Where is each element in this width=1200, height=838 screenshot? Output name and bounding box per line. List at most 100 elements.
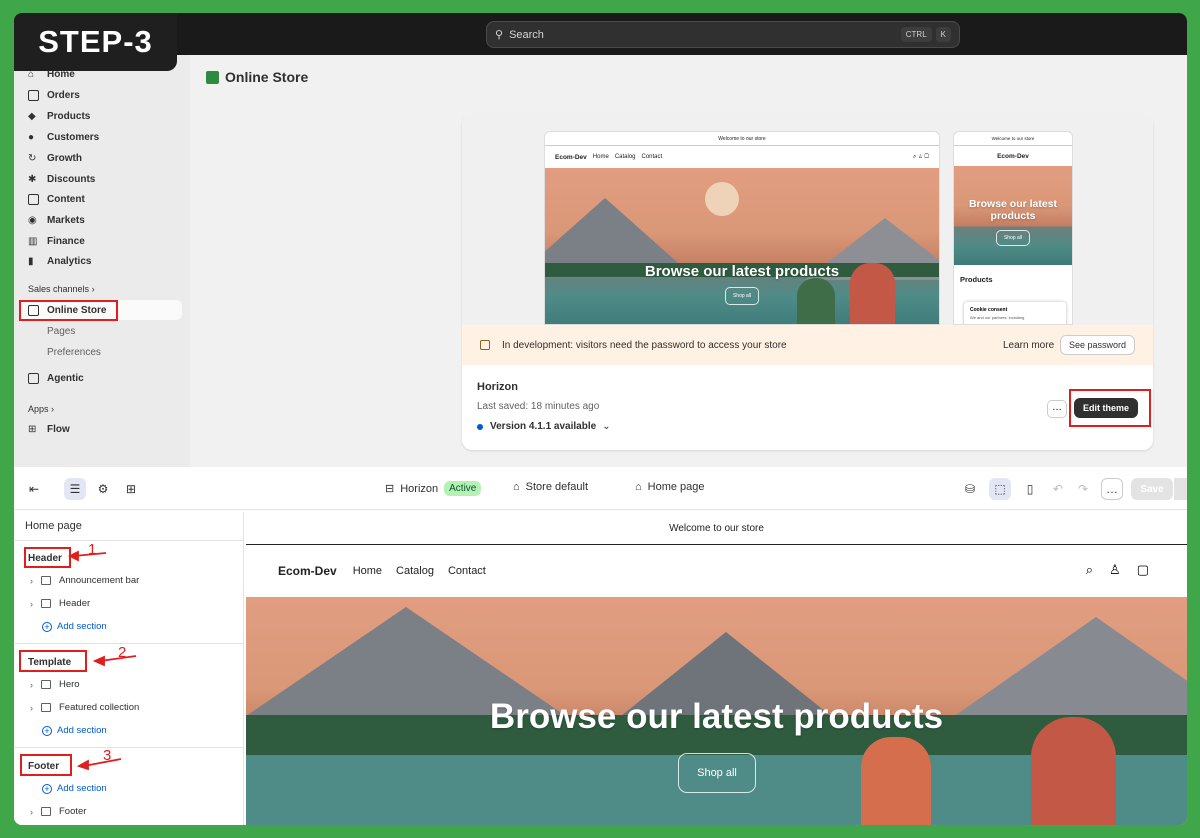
chevron-right-icon: › bbox=[30, 702, 33, 713]
editor-preview-canvas[interactable]: Welcome to our store Ecom-Dev Home Catal… bbox=[246, 512, 1187, 825]
chevron-right-icon: › bbox=[30, 598, 33, 609]
save-options-button[interactable] bbox=[1173, 478, 1187, 500]
chart-icon: ▮ bbox=[28, 256, 34, 267]
preview-nav-contact: Contact bbox=[641, 154, 663, 160]
version-dropdown[interactable]: Version 4.1.1 available ⌄ bbox=[477, 421, 611, 432]
more-actions-icon[interactable]: … bbox=[1101, 478, 1123, 500]
section-row-header[interactable]: › Header bbox=[30, 598, 90, 609]
mobile-hero-text: Browse our latest products bbox=[968, 198, 1058, 222]
account-icon[interactable]: ♙ bbox=[1109, 562, 1121, 578]
store-selector[interactable]: ⌂ Store default bbox=[513, 481, 588, 493]
mobile-announcement: Welcome to our store bbox=[954, 132, 1072, 146]
more-actions-button[interactable]: … bbox=[1047, 400, 1067, 418]
admin-sidebar: ⌂ Home Orders ◆ Products ● Customers ↻ Growt… bbox=[14, 55, 190, 467]
select-mode-icon[interactable]: ⬚ bbox=[989, 478, 1011, 500]
cart-icon[interactable]: ▢ bbox=[1137, 562, 1149, 578]
home-icon: ⌂ bbox=[635, 481, 642, 493]
admin-topbar: ⚲ Search CTRL K bbox=[14, 13, 1187, 55]
sidebar-item-flow[interactable]: ⊞ Flow bbox=[28, 424, 70, 435]
sidebar-item-pages[interactable]: Pages bbox=[47, 326, 75, 337]
sidebar-item-growth[interactable]: ↻ Growth bbox=[28, 153, 82, 164]
sidebar-item-discounts[interactable]: ✱ Discounts bbox=[28, 174, 95, 185]
section-icon bbox=[41, 576, 51, 585]
sidebar-item-content[interactable]: Content bbox=[28, 194, 85, 205]
preview-announcement: Welcome to our store bbox=[545, 132, 939, 146]
divider bbox=[14, 643, 244, 644]
preview-shop-all: Shop all bbox=[725, 287, 759, 305]
search-icon[interactable]: ⌕ bbox=[1086, 562, 1093, 578]
inbox-icon bbox=[28, 90, 39, 101]
canvas-nav-home[interactable]: Home bbox=[353, 565, 382, 577]
preview-header-icons: ⌕ ♙ ▢ bbox=[912, 153, 929, 160]
sidebar-item-markets[interactable]: ◉ Markets bbox=[28, 215, 85, 226]
screenshot-frame: ⚲ Search CTRL K STEP-3 ⌂ Home Orders ◆ Pro… bbox=[14, 13, 1187, 825]
section-row-hero[interactable]: › Hero bbox=[30, 679, 80, 690]
divider bbox=[14, 540, 244, 541]
flow-icon: ⊞ bbox=[28, 424, 37, 435]
mobile-hero-art: Browse our latest products Shop all bbox=[954, 166, 1072, 265]
annotation-1: 1 bbox=[88, 541, 97, 558]
plus-icon: + bbox=[42, 783, 52, 794]
canvas-hero-art[interactable]: Browse our latest products Shop all bbox=[246, 597, 1187, 825]
canvas-brand[interactable]: Ecom-Dev bbox=[278, 564, 337, 578]
divider bbox=[14, 747, 244, 748]
canvas-nav-catalog[interactable]: Catalog bbox=[396, 565, 434, 577]
sidebar-item-customers[interactable]: ● Customers bbox=[28, 132, 99, 143]
sidebar-item-analytics[interactable]: ▮ Analytics bbox=[28, 256, 91, 267]
section-row-announcement-bar[interactable]: › Announcement bar bbox=[30, 575, 139, 586]
sales-channels-heading[interactable]: Sales channels › bbox=[28, 284, 95, 294]
mobile-header: Ecom-Dev bbox=[954, 146, 1072, 166]
theme-name: Horizon bbox=[477, 381, 518, 393]
sidebar-item-orders[interactable]: Orders bbox=[28, 90, 80, 101]
section-row-footer[interactable]: › Footer bbox=[30, 806, 86, 817]
canvas-header[interactable]: Ecom-Dev Home Catalog Contact bbox=[246, 545, 1187, 597]
content-icon bbox=[28, 194, 39, 205]
canvas-shop-all-button[interactable]: Shop all bbox=[678, 753, 756, 793]
highlight-box-online-store bbox=[19, 300, 118, 321]
mobile-preview: Welcome to our store Ecom-Dev Browse our… bbox=[953, 131, 1073, 325]
database-icon[interactable]: ⛁ bbox=[959, 478, 981, 500]
section-icon bbox=[41, 703, 51, 712]
mobile-view-icon[interactable]: ▯ bbox=[1019, 478, 1041, 500]
lock-icon bbox=[480, 340, 490, 350]
sidebar-item-preferences[interactable]: Preferences bbox=[47, 347, 101, 358]
theme-selector[interactable]: ⊟ Horizon Active bbox=[385, 481, 482, 496]
canvas-hero-text[interactable]: Browse our latest products bbox=[246, 697, 1187, 737]
apps-icon[interactable]: ⊞ bbox=[120, 478, 142, 500]
gear-icon[interactable]: ⚙ bbox=[92, 478, 114, 500]
canvas-nav-contact[interactable]: Contact bbox=[448, 565, 486, 577]
annotation-3: 3 bbox=[103, 747, 112, 764]
see-password-button[interactable]: See password bbox=[1060, 335, 1136, 355]
section-icon bbox=[41, 599, 51, 608]
desktop-preview: Welcome to our store Ecom-Dev Home Catal… bbox=[544, 131, 940, 325]
canvas-announcement[interactable]: Welcome to our store bbox=[246, 512, 1187, 545]
apps-heading[interactable]: Apps › bbox=[28, 404, 54, 414]
sections-icon[interactable]: ☰ bbox=[64, 478, 86, 500]
sun-shape bbox=[705, 182, 739, 216]
page-selector[interactable]: ⌂ Home page bbox=[635, 481, 705, 493]
learn-more-link[interactable]: Learn more bbox=[1003, 340, 1054, 351]
shortcut-key-ctrl: CTRL bbox=[900, 27, 932, 42]
exit-icon[interactable]: ⇤ bbox=[23, 478, 45, 500]
section-row-featured-collection[interactable]: › Featured collection bbox=[30, 702, 139, 713]
sidebar-item-finance[interactable]: ▥ Finance bbox=[28, 236, 85, 247]
sidebar-item-agentic[interactable]: Agentic bbox=[28, 373, 84, 384]
redo-icon[interactable]: ↷ bbox=[1072, 478, 1094, 500]
preview-header: Ecom-Dev Home Catalog Contact ⌕ ♙ ▢ bbox=[545, 146, 939, 168]
add-section-footer[interactable]: + Add section bbox=[42, 783, 107, 794]
add-section-header[interactable]: + Add section bbox=[42, 621, 107, 632]
sidebar-item-products[interactable]: ◆ Products bbox=[28, 111, 90, 122]
annotation-2: 2 bbox=[118, 644, 127, 661]
save-button[interactable]: Save bbox=[1131, 478, 1173, 500]
plus-icon: + bbox=[42, 621, 52, 632]
add-section-template[interactable]: + Add section bbox=[42, 725, 107, 736]
dev-notice-text: In development: visitors need the passwo… bbox=[502, 339, 787, 351]
theme-preview[interactable]: Welcome to our store Ecom-Dev Home Catal… bbox=[462, 114, 1153, 325]
person-icon: ● bbox=[28, 132, 35, 143]
search-input[interactable]: ⚲ Search CTRL K bbox=[486, 21, 960, 48]
chevron-down-icon: ⌄ bbox=[602, 421, 611, 432]
editor-toolbar: ⇤ ☰ ⚙ ⊞ ⊟ Horizon Active ⌂ Store default ⌂ H… bbox=[14, 467, 1187, 510]
chevron-right-icon: › bbox=[30, 679, 33, 690]
undo-icon[interactable]: ↶ bbox=[1047, 478, 1069, 500]
main-content: Online Store Welcome to our store Ecom-D… bbox=[190, 55, 1187, 467]
